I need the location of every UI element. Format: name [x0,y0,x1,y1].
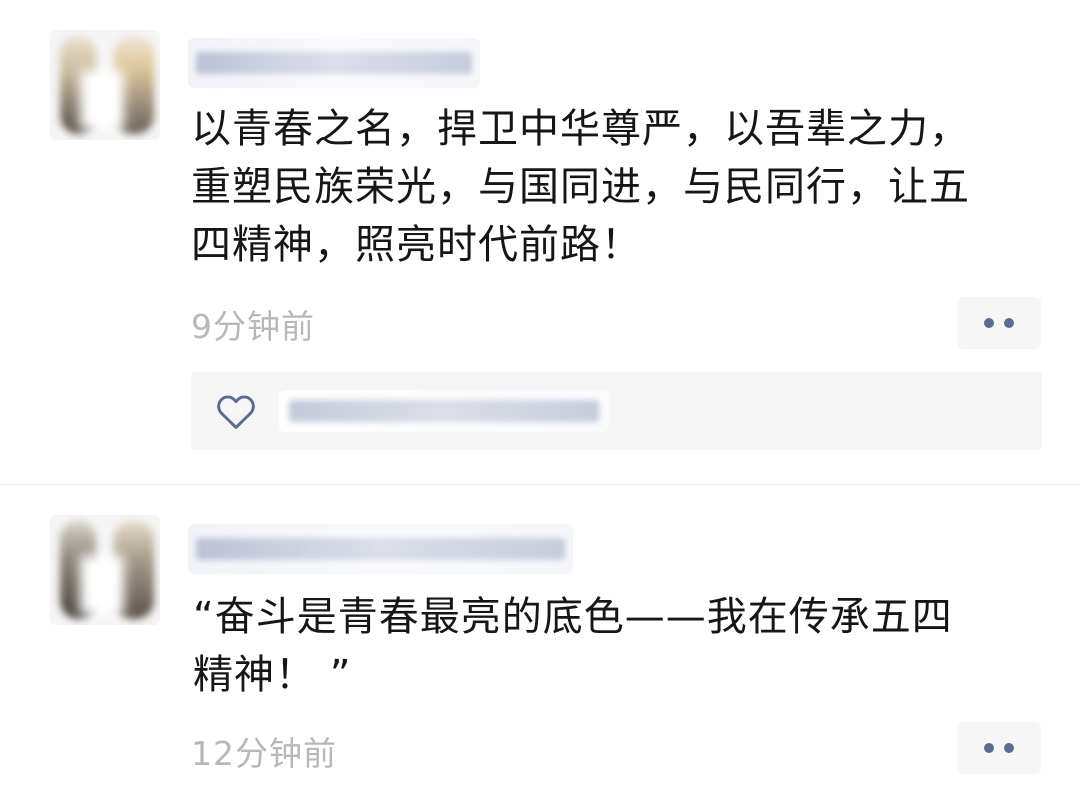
author-name-redacted[interactable] [188,524,573,574]
post-content: “奋斗是青春最亮的底色——我在传承五四精神！ ” [193,594,953,698]
heart-outline-icon[interactable] [215,392,257,430]
post-content: 以青春之名，捍卫中华尊严，以吾辈之力，重塑民族荣光，与国同进，与民同行，让五四精… [191,106,970,268]
more-dots-icon-second-dot [1004,743,1014,753]
more-dots-icon [984,743,994,753]
more-dots-icon-second-dot [1004,318,1014,328]
likes-bar [191,372,1042,450]
more-button[interactable] [957,722,1041,774]
divider [0,484,1080,485]
post-time: 12分钟前 [191,734,337,773]
author-name-redacted[interactable] [188,38,480,88]
more-dots-icon [984,318,994,328]
post-time: 9分钟前 [191,307,315,346]
avatar[interactable] [50,30,160,140]
likers-list-redacted[interactable] [279,390,609,432]
more-button[interactable] [957,297,1041,349]
avatar[interactable] [50,515,160,625]
